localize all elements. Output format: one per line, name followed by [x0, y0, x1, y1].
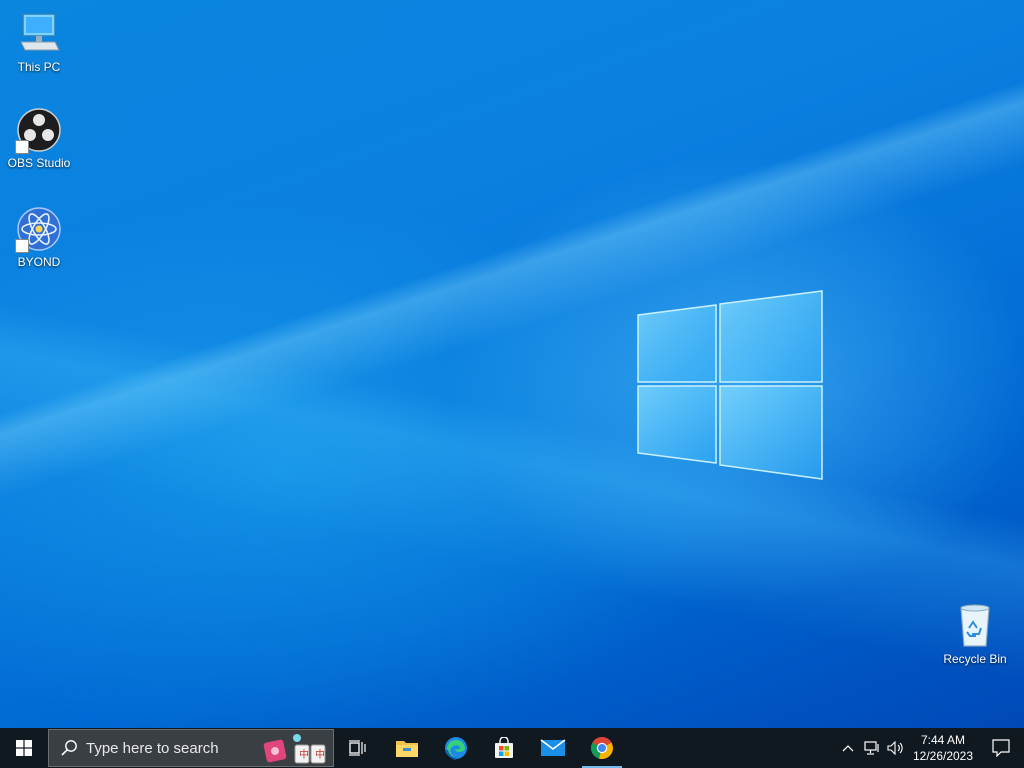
clock-date: 12/26/2023 — [912, 749, 974, 763]
desktop-icon-label: BYOND — [17, 255, 61, 269]
computer-icon — [15, 10, 63, 58]
taskbar: Type here to search 中 中 7:44 AM 12/26/20… — [0, 728, 1024, 768]
search-icon — [61, 740, 77, 756]
desktop-icon-this-pc[interactable]: This PC — [1, 10, 77, 74]
desktop-icon-obs-studio[interactable]: OBS Studio — [1, 106, 77, 170]
action-center-button[interactable] — [978, 728, 1024, 768]
store-icon — [495, 737, 513, 758]
show-hidden-icons-button[interactable] — [836, 728, 860, 768]
desktop-icon-label: Recycle Bin — [943, 652, 1007, 666]
taskbar-app-chrome[interactable] — [578, 728, 626, 768]
svg-text:中: 中 — [299, 748, 309, 761]
taskbar-app-edge[interactable] — [432, 728, 480, 768]
clock[interactable]: 7:44 AM 12/26/2023 — [908, 732, 978, 764]
taskbar-app-task-view[interactable] — [334, 728, 382, 768]
desktop-icon-label: OBS Studio — [7, 156, 71, 170]
shortcut-arrow-icon — [15, 140, 29, 154]
system-tray: 7:44 AM 12/26/2023 — [836, 728, 1024, 768]
edge-icon — [445, 737, 467, 760]
obs-icon — [15, 106, 63, 154]
desktop-icon-label: This PC — [17, 60, 61, 74]
volume-button[interactable] — [884, 728, 908, 768]
start-button[interactable] — [0, 728, 48, 768]
task-view-icon — [349, 740, 366, 756]
svg-text:中: 中 — [315, 748, 325, 761]
mail-icon — [540, 739, 566, 756]
notification-icon — [992, 739, 1010, 757]
speaker-icon — [887, 741, 903, 755]
chrome-icon — [591, 737, 613, 760]
network-icon — [864, 741, 879, 755]
folder-icon — [396, 741, 418, 757]
light-beam — [0, 0, 1024, 728]
byond-icon — [15, 205, 63, 253]
desktop-icon-recycle-bin[interactable]: Recycle Bin — [937, 602, 1013, 666]
search-highlight-icon: 中 中 — [263, 734, 326, 764]
taskbar-app-mail[interactable] — [528, 728, 578, 768]
shortcut-arrow-icon — [15, 239, 29, 253]
network-button[interactable] — [860, 728, 884, 768]
desktop-icon-byond[interactable]: BYOND — [1, 205, 77, 269]
search-box[interactable]: Type here to search 中 中 — [48, 729, 334, 767]
recycle-bin-icon — [951, 602, 999, 650]
taskbar-app-store[interactable] — [480, 728, 528, 768]
windows-wallpaper-logo — [637, 290, 823, 480]
taskbar-app-file-explorer[interactable] — [382, 728, 432, 768]
light-beam — [0, 0, 1024, 728]
search-placeholder: Type here to search — [86, 739, 219, 757]
windows-start-icon — [16, 740, 32, 756]
clock-time: 7:44 AM — [920, 733, 966, 747]
desktop[interactable]: This PC OBS Studio BYOND Recycle Bin — [0, 0, 1024, 728]
chevron-up-icon — [842, 745, 854, 752]
